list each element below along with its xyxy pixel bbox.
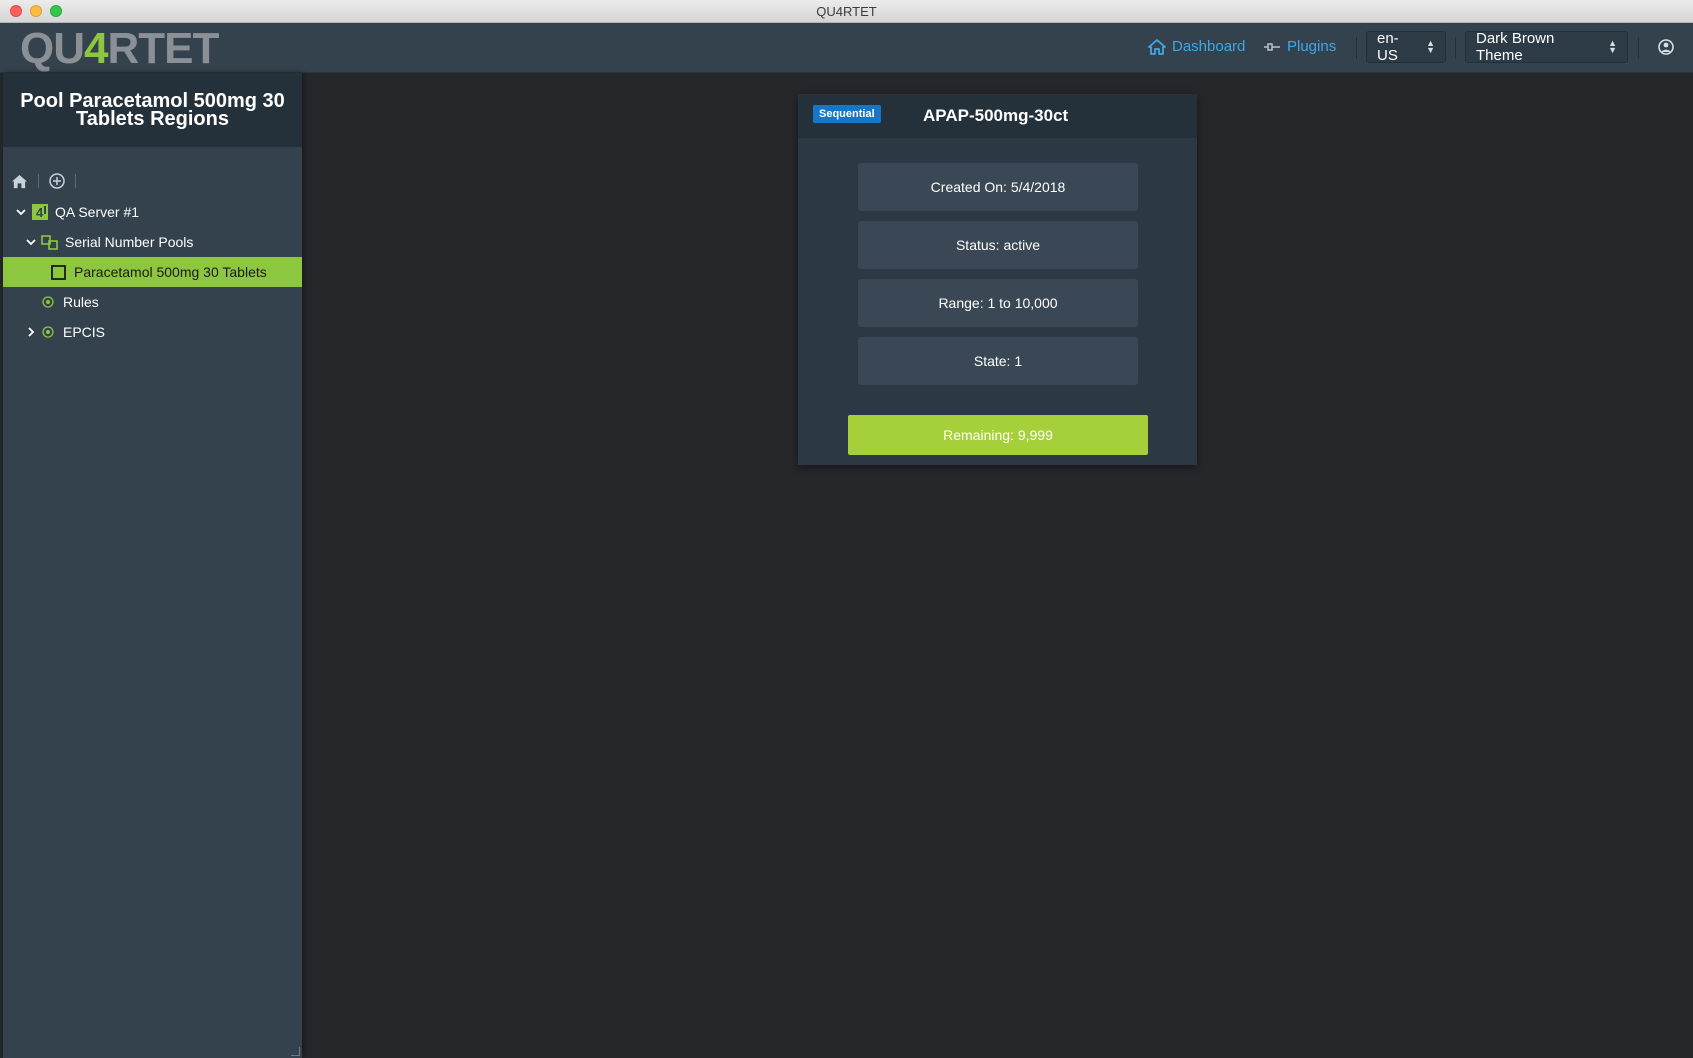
tree-item-rules[interactable]: Rules: [3, 287, 302, 317]
card-header: Sequential APAP-500mg-30ct: [798, 94, 1197, 138]
locale-value: en-US: [1377, 30, 1399, 64]
chevron-down-icon[interactable]: [25, 238, 37, 246]
toolbar-divider: [75, 174, 76, 188]
theme-select[interactable]: Dark Brown Theme ▲ ▼: [1465, 30, 1628, 64]
select-arrows-icon: ▲ ▼: [1426, 38, 1435, 55]
square-icon: [51, 264, 66, 280]
chevron-down-icon[interactable]: [15, 208, 27, 216]
plugins-link[interactable]: Plugins: [1263, 38, 1336, 55]
app-logo: QU4RTET: [20, 24, 219, 74]
tree-item-label: QA Server #1: [55, 204, 140, 220]
app-header: QU4RTET Dashboard Plugins en-US ▲ ▼ Dark …: [0, 23, 1693, 73]
sidebar-toolbar: [11, 173, 76, 189]
tree-item-epcis[interactable]: EPCIS: [3, 317, 302, 347]
header-divider: [1455, 37, 1456, 59]
range-field: Range: 1 to 10,000: [858, 279, 1138, 327]
quartet-server-icon: 4: [32, 204, 48, 220]
state-field: State: 1: [858, 337, 1138, 385]
window-title: QU4RTET: [816, 4, 877, 19]
remaining-button[interactable]: Remaining: 9,999: [848, 415, 1148, 455]
chevron-right-icon[interactable]: [25, 327, 37, 337]
locale-select[interactable]: en-US ▲ ▼: [1366, 30, 1446, 64]
plugins-label: Plugins: [1287, 38, 1337, 55]
sidebar: Pool Paracetamol 500mg 30 Tablets Region…: [3, 73, 302, 1058]
pools-icon: [41, 234, 58, 250]
logo-text-four: 4: [84, 24, 109, 73]
add-circle-icon[interactable]: [49, 173, 65, 189]
window-titlebar: QU4RTET: [0, 0, 1693, 23]
user-menu-button[interactable]: [1658, 39, 1674, 60]
tree-item-label: Rules: [63, 294, 99, 310]
home-icon[interactable]: [11, 174, 28, 189]
tree-item-serial-number-pools[interactable]: Serial Number Pools: [3, 227, 302, 257]
tree-item-label: Serial Number Pools: [65, 234, 194, 250]
logo-text-left: QU: [20, 24, 85, 73]
target-icon: [42, 326, 54, 338]
tree-item-paracetamol-pool[interactable]: Paracetamol 500mg 30 Tablets: [3, 257, 302, 287]
home-icon: [1148, 38, 1166, 55]
target-icon: [42, 296, 54, 308]
sidebar-resize-handle[interactable]: [291, 1047, 300, 1056]
header-divider: [1638, 37, 1639, 59]
logo-text-right: RTET: [107, 24, 219, 73]
status-field: Status: active: [858, 221, 1138, 269]
pool-type-badge: Sequential: [813, 105, 881, 123]
pool-title: APAP-500mg-30ct: [923, 106, 1069, 125]
plug-icon: [1264, 42, 1280, 51]
toolbar-divider: [38, 174, 39, 188]
svg-text:4: 4: [36, 205, 44, 220]
select-arrows-icon: ▲ ▼: [1608, 38, 1617, 55]
tree-item-label: Paracetamol 500mg 30 Tablets: [74, 264, 267, 280]
tree-item-qa-server[interactable]: 4 QA Server #1: [3, 197, 302, 227]
pool-detail-card: Sequential APAP-500mg-30ct Created On: 5…: [798, 94, 1197, 465]
header-divider: [1356, 37, 1357, 59]
sidebar-title: Pool Paracetamol 500mg 30 Tablets Region…: [3, 73, 302, 147]
created-on-field: Created On: 5/4/2018: [858, 163, 1138, 211]
dashboard-link[interactable]: Dashboard: [1148, 38, 1245, 55]
dashboard-label: Dashboard: [1172, 38, 1246, 55]
user-icon: [1658, 39, 1674, 55]
theme-value: Dark Brown Theme: [1476, 30, 1555, 64]
tree-item-label: EPCIS: [63, 324, 106, 340]
